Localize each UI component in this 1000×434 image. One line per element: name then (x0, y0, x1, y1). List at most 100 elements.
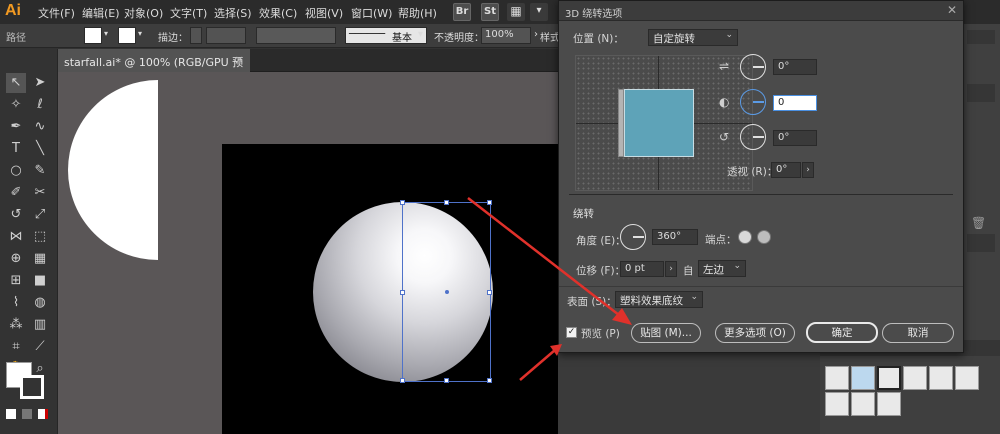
style-swatch[interactable] (877, 392, 901, 416)
panel-tab[interactable] (967, 234, 995, 252)
mesh-tool-icon[interactable]: ⊞ (6, 271, 26, 291)
type-tool-icon[interactable]: T (6, 139, 26, 159)
none-mode-icon[interactable] (38, 409, 48, 419)
menu-file[interactable]: 文件(F) (38, 5, 75, 21)
stroke-stepper[interactable] (190, 27, 202, 44)
fill-dropdown-icon[interactable]: ▾ (104, 29, 108, 38)
menu-effect[interactable]: 效果(C) (259, 5, 297, 21)
paintbrush-tool-icon[interactable]: ✎ (30, 161, 50, 181)
selection-handle[interactable] (400, 200, 405, 205)
panel-tab[interactable] (967, 84, 995, 102)
direct-selection-tool-icon[interactable]: ➤ (30, 73, 50, 93)
selection-handle[interactable] (400, 290, 405, 295)
x-rotation-dial[interactable] (740, 54, 766, 80)
selection-handle[interactable] (400, 378, 405, 383)
angle-dial[interactable] (620, 224, 646, 250)
offset-field[interactable]: 0 pt (620, 261, 664, 277)
menu-view[interactable]: 视图(V) (305, 5, 343, 21)
selection-handle[interactable] (444, 200, 449, 205)
free-transform-tool-icon[interactable]: ⬚ (30, 227, 50, 247)
scissors-tool-icon[interactable]: ✂ (30, 183, 50, 203)
fill-swatch[interactable] (84, 27, 102, 44)
stroke-swatch[interactable] (118, 27, 136, 44)
from-select[interactable]: 左边 ⌄ (698, 260, 746, 277)
selection-tool-icon[interactable]: ↖ (6, 73, 26, 93)
cap-on-icon[interactable] (738, 230, 752, 244)
magic-wand-tool-icon[interactable]: ✧ (6, 95, 26, 115)
ok-button[interactable]: 确定 (806, 322, 878, 343)
graph-tool-icon[interactable]: ▥ (30, 315, 50, 335)
more-options-button[interactable]: 更多选项 (O) (715, 323, 795, 343)
menu-window[interactable]: 窗口(W) (351, 5, 392, 21)
width-tool-icon[interactable]: ⋈ (6, 227, 26, 247)
line-tool-icon[interactable]: ╲ (30, 139, 50, 159)
style-swatch[interactable] (851, 392, 875, 416)
gradient-tool-icon[interactable]: ■ (30, 271, 50, 291)
symbol-sprayer-tool-icon[interactable]: ⁂ (6, 315, 26, 335)
position-select[interactable]: 自定旋转 ⌄ (648, 29, 738, 46)
menu-object[interactable]: 对象(O) (124, 5, 163, 21)
selection-handle[interactable] (444, 378, 449, 383)
trash-icon[interactable]: 🗑 (971, 216, 986, 230)
y-rotation-field[interactable]: 0 (773, 95, 817, 111)
style-swatch[interactable] (851, 366, 875, 390)
style-swatch[interactable] (825, 366, 849, 390)
pen-tool-icon[interactable]: ✒ (6, 117, 26, 137)
lasso-tool-icon[interactable]: ℓ (30, 95, 50, 115)
perspective-field[interactable]: 0° (771, 162, 801, 178)
selection-handle[interactable] (487, 290, 492, 295)
shape-builder-tool-icon[interactable]: ⊕ (6, 249, 26, 269)
style-swatch[interactable] (825, 392, 849, 416)
slice-tool-icon[interactable]: ⟋ (30, 337, 50, 357)
default-colors-icon[interactable] (6, 409, 16, 419)
x-rotation-field[interactable]: 0° (773, 59, 817, 75)
map-art-button[interactable]: 贴图 (M)... (631, 323, 701, 343)
bridge-button[interactable]: Br (453, 3, 471, 21)
dropdown-arrow-icon[interactable]: ▾ (418, 29, 423, 40)
cancel-button[interactable]: 取消 (882, 323, 954, 343)
workspace-grid-icon[interactable]: ▦ (507, 3, 525, 21)
stroke-weight-field[interactable] (206, 27, 246, 44)
style-swatch[interactable] (955, 366, 979, 390)
semicircle-path[interactable] (68, 80, 158, 260)
opacity-arrow-icon[interactable]: › (534, 29, 538, 40)
menu-help[interactable]: 帮助(H) (398, 5, 437, 21)
perspective-grid-tool-icon[interactable]: ▦ (30, 249, 50, 269)
panel-tab[interactable] (967, 30, 995, 44)
stock-button[interactable]: St (481, 3, 499, 21)
stroke-dropdown-icon[interactable]: ▾ (138, 29, 142, 38)
style-swatch[interactable] (903, 366, 927, 390)
surface-select[interactable]: 塑料效果底纹 ⌄ (615, 291, 703, 308)
stroke-color-swatch[interactable] (20, 375, 44, 399)
menu-edit[interactable]: 编辑(E) (82, 5, 120, 21)
y-rotation-dial[interactable] (740, 89, 766, 115)
selection-handle[interactable] (487, 200, 492, 205)
variable-width-select[interactable] (256, 27, 336, 44)
close-icon[interactable]: ✕ (945, 3, 959, 17)
scale-tool-icon[interactable]: ⤢ (30, 205, 50, 225)
z-rotation-field[interactable]: 0° (773, 130, 817, 146)
blend-tool-icon[interactable]: ◍ (30, 293, 50, 313)
menu-select[interactable]: 选择(S) (214, 5, 252, 21)
selection-handle[interactable] (487, 378, 492, 383)
document-tab[interactable]: starfall.ai* @ 100% (RGB/GPU 预览) × (58, 49, 250, 85)
gradient-mode-icon[interactable] (22, 409, 32, 419)
preview-checkbox[interactable]: ✓ (566, 327, 577, 338)
eyedropper-tool-icon[interactable]: ⌇ (6, 293, 26, 313)
shaper-tool-icon[interactable]: ✐ (6, 183, 26, 203)
artboard-tool-icon[interactable]: ⌗ (6, 337, 26, 357)
rotate-tool-icon[interactable]: ↺ (6, 205, 26, 225)
canvas[interactable] (58, 72, 558, 434)
z-rotation-dial[interactable] (740, 124, 766, 150)
ellipse-tool-icon[interactable]: ○ (6, 161, 26, 181)
close-tab-icon[interactable]: × (235, 53, 244, 66)
workspace-arrow-icon[interactable]: ▾ (530, 3, 548, 21)
dialog-titlebar[interactable]: 3D 绕转选项 ✕ (559, 1, 963, 21)
curvature-tool-icon[interactable]: ∿ (30, 117, 50, 137)
menu-type[interactable]: 文字(T) (170, 5, 207, 21)
cap-off-icon[interactable] (757, 230, 771, 244)
angle-field[interactable]: 360° (652, 229, 698, 245)
perspective-arrow-icon[interactable]: › (802, 162, 814, 178)
offset-arrow-icon[interactable]: › (665, 261, 677, 277)
style-swatch[interactable] (929, 366, 953, 390)
